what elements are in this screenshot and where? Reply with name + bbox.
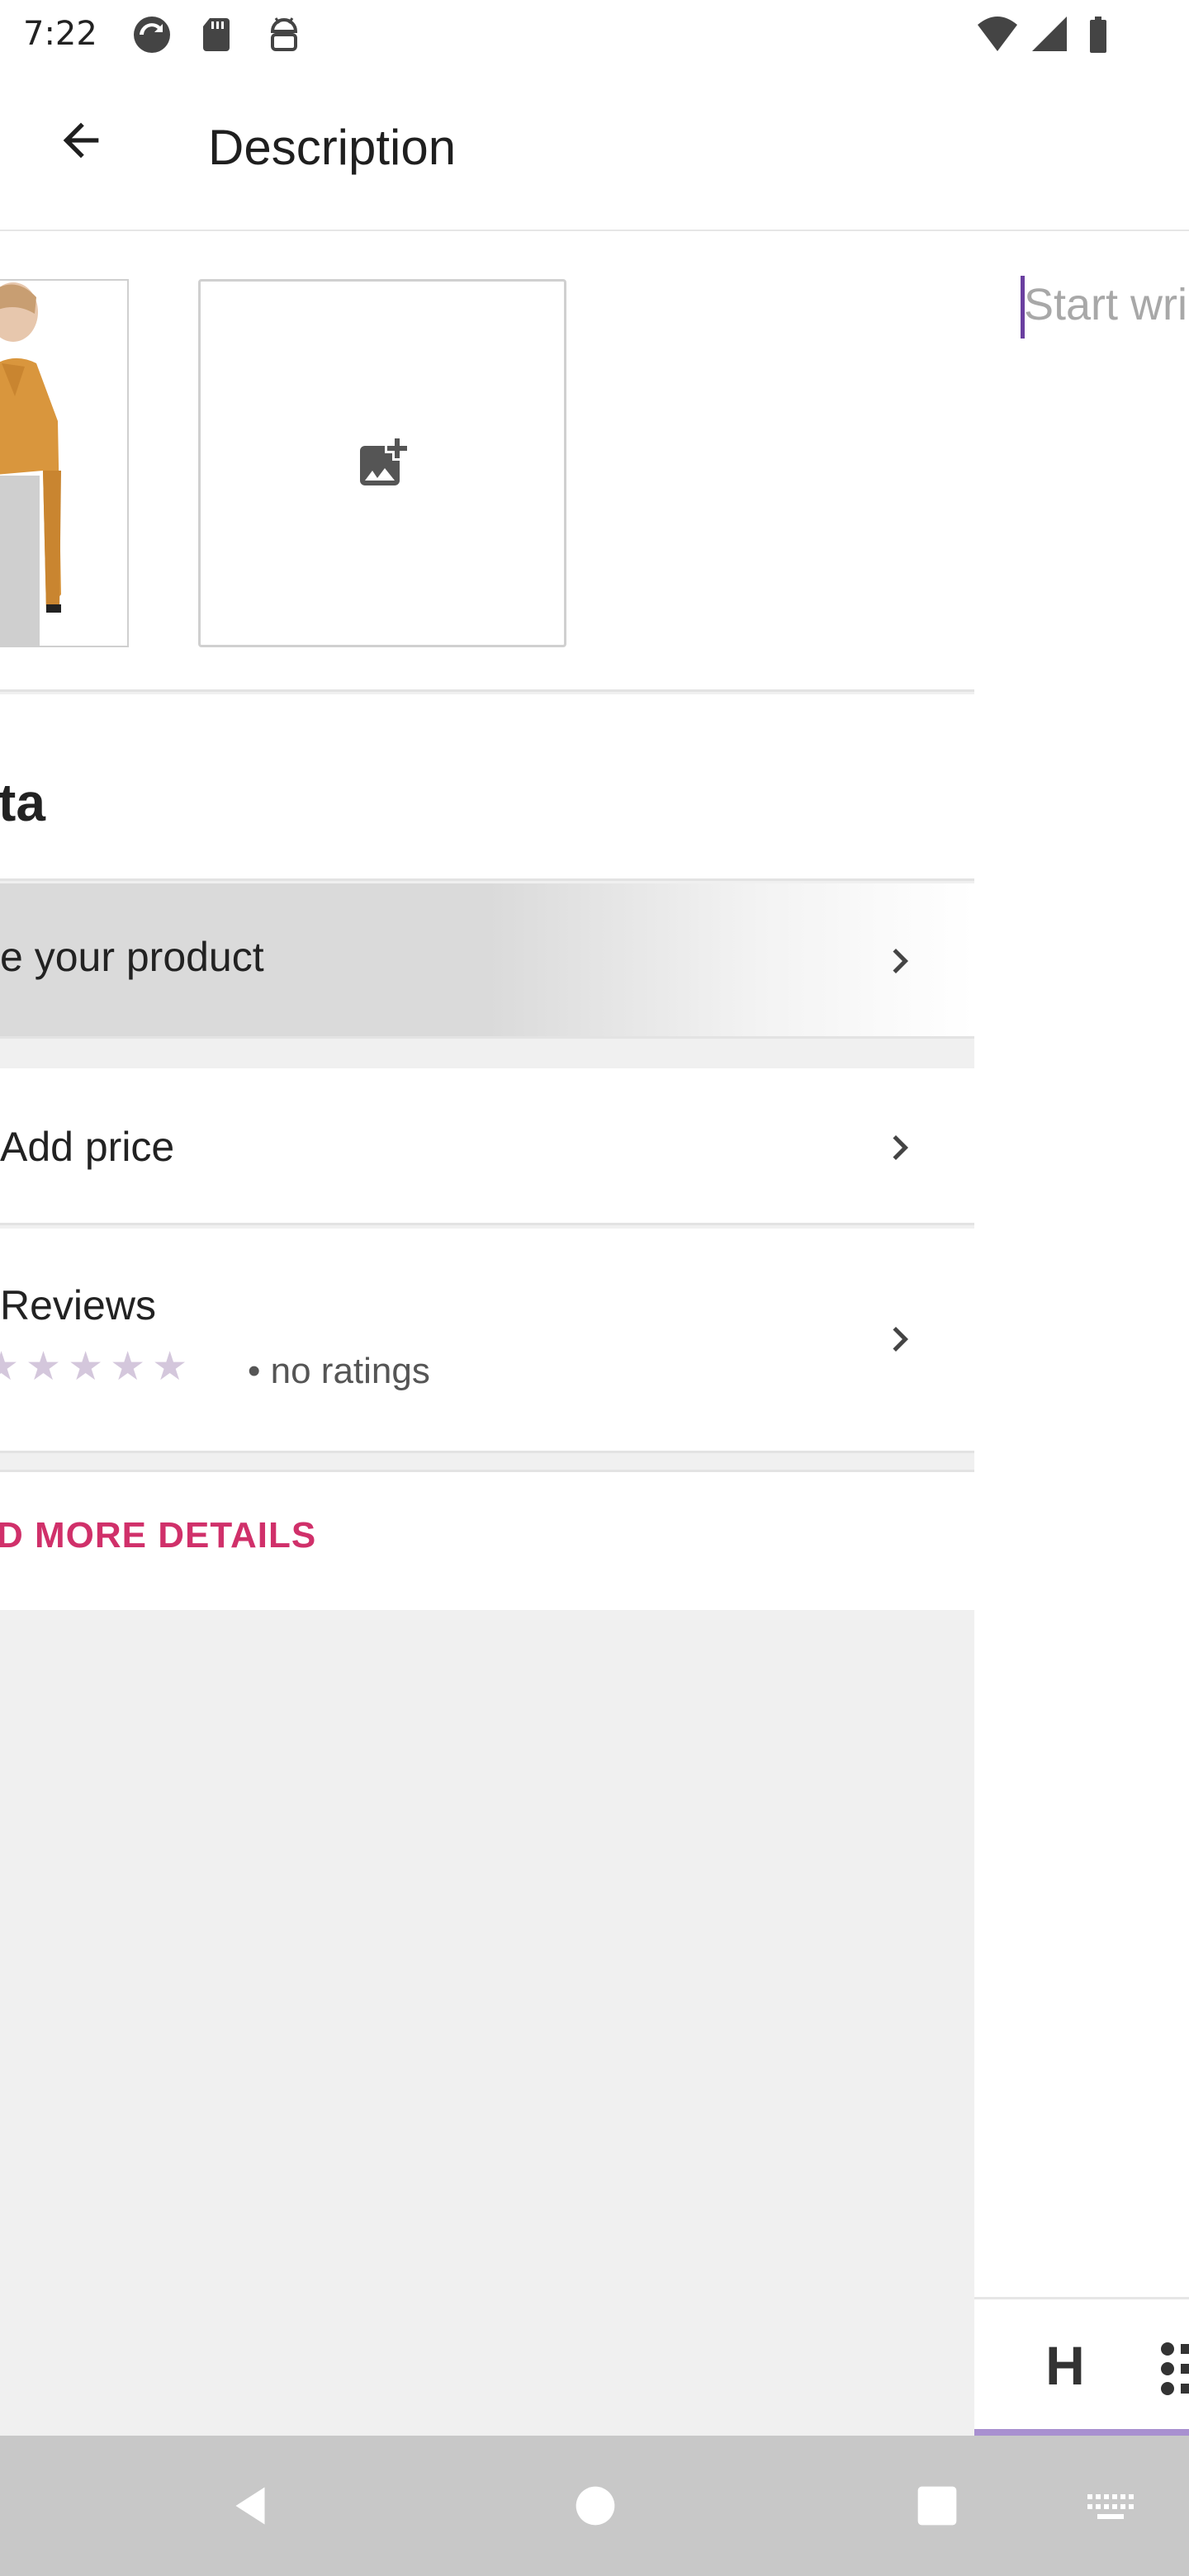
add-image-button[interactable] [198,279,566,647]
description-editor[interactable]: Start wri [974,233,1189,2297]
top-app-bar: Description [0,69,1189,231]
recents-square-icon [917,2486,957,2526]
add-more-details-row[interactable]: D MORE DETAILS [0,1470,974,1610]
product-edit-panel: ta e your product Add price Reviews ★ ★ … [0,233,974,2436]
describe-product-row[interactable]: e your product [0,883,974,1039]
rating-count-text: • no ratings [248,1351,430,1391]
sd-card-icon [203,18,230,51]
status-bar: 7:22 [0,0,1189,69]
rating-stars: ★ ★ ★ ★ ★ [0,1347,187,1387]
product-image-thumbnail[interactable] [0,279,129,647]
add-photo-icon [360,438,407,485]
page-title: Description [208,120,457,175]
star-icon: ★ [0,1345,20,1389]
section-title: ta [0,773,45,832]
star-icon: ★ [152,1345,188,1389]
chevron-right-icon [893,949,908,973]
nav-home-button[interactable] [558,2469,632,2543]
system-navigation-bar [0,2436,1189,2576]
star-icon: ★ [26,1345,62,1389]
add-more-details-button[interactable]: D MORE DETAILS [0,1515,316,1556]
product-photo [0,281,127,646]
home-circle-icon [576,2486,615,2526]
star-icon: ★ [110,1345,146,1389]
product-images-section [0,233,974,692]
bulleted-list-icon[interactable] [1158,2336,1189,2402]
nav-recents-button[interactable] [900,2469,974,2543]
keyboard-icon [1087,2494,1134,2519]
add-price-label: Add price [0,1124,175,1170]
heading-button[interactable]: H [1032,2332,1098,2398]
back-triangle-icon [235,2487,265,2525]
description-input-placeholder: Start wri [1024,280,1188,329]
describe-product-label: e your product [0,934,264,980]
cellular-signal-icon [1032,17,1067,51]
sync-icon [134,17,170,53]
wifi-icon [978,17,1017,51]
status-time: 7:22 [23,15,97,53]
reviews-row[interactable]: Reviews ★ ★ ★ ★ ★ • no ratings [0,1229,974,1453]
star-icon: ★ [68,1345,104,1389]
chevron-right-icon [893,1327,908,1352]
section-header: ta [0,694,974,881]
battery-icon [1090,17,1106,53]
nav-back-button[interactable] [213,2469,287,2543]
format-toolbar: H [974,2297,1189,2436]
arrow-back-icon [63,122,99,159]
back-button[interactable] [40,99,122,182]
add-price-row[interactable]: Add price [0,1068,974,1225]
chevron-right-icon [893,1135,908,1160]
nav-keyboard-button[interactable] [1073,2469,1148,2543]
android-debug-icon [270,17,298,51]
reviews-label: Reviews [0,1282,156,1328]
